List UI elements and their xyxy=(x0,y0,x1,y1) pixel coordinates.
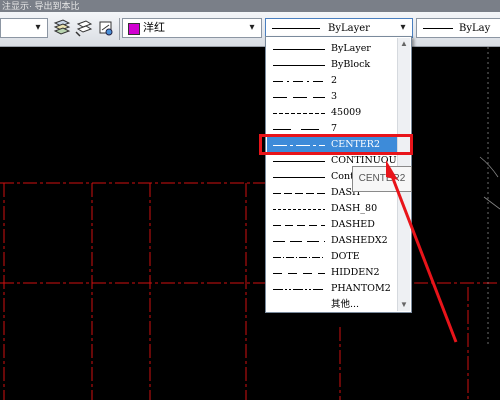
linetype-item[interactable]: 45009 xyxy=(267,105,398,121)
linetype-preview xyxy=(273,257,325,258)
linetype-preview xyxy=(273,81,325,82)
linetype-name: HIDDEN2 xyxy=(331,267,380,278)
linetype-name: PHANTOM2 xyxy=(331,283,391,294)
tooltip-text: CENTER2 xyxy=(358,173,406,184)
linetype-name: 45009 xyxy=(331,107,362,118)
linetype-preview xyxy=(273,193,325,194)
linetype-item[interactable]: HIDDEN2 xyxy=(267,265,398,281)
lineweight-combo[interactable]: ByLay xyxy=(416,18,500,38)
properties-toolbar: ▾ 洋红 ▾ ByLayer ▾ ByLay xyxy=(0,12,500,47)
linetype-item[interactable]: ByLayer xyxy=(267,41,398,57)
color-label: 洋红 xyxy=(143,22,165,34)
scroll-up-icon[interactable]: ▲ xyxy=(398,38,410,50)
linetype-item[interactable]: PHANTOM2 xyxy=(267,281,398,297)
linetype-name: 3 xyxy=(331,91,338,102)
linetype-name: DASHEDX2 xyxy=(331,235,388,246)
linetype-item[interactable]: 3 xyxy=(267,89,398,105)
layer-match-icon[interactable] xyxy=(74,18,94,38)
linetype-preview xyxy=(273,209,325,210)
linetype-item[interactable]: DASHEDX2 xyxy=(267,233,398,249)
chevron-down-icon[interactable]: ▾ xyxy=(245,21,259,35)
linetype-item[interactable]: DASH_80 xyxy=(267,201,398,217)
drawing-geometry xyxy=(0,47,500,400)
linetype-item[interactable]: 其他... xyxy=(267,297,398,313)
linetype-preview xyxy=(272,28,320,29)
linetype-item[interactable]: ByBlock xyxy=(267,57,398,73)
linetype-item[interactable]: 2 xyxy=(267,73,398,89)
toolbar-separator xyxy=(119,18,120,40)
linetype-preview xyxy=(273,225,325,226)
title-strip: 注显示· 导出到本比 xyxy=(0,0,500,12)
linetype-preview xyxy=(273,273,325,274)
linetype-name: ByBlock xyxy=(331,59,371,70)
linetype-name: DOTE xyxy=(331,251,360,262)
color-combo[interactable]: 洋红 ▾ xyxy=(122,18,262,38)
linetype-preview xyxy=(273,129,325,130)
linetype-preview xyxy=(273,177,325,178)
title-strip-text: 注显示· 导出到本比 xyxy=(2,1,80,11)
layer-previous-icon[interactable] xyxy=(96,18,116,38)
chevron-down-icon[interactable]: ▾ xyxy=(31,21,45,35)
make-current-layer-icon[interactable] xyxy=(52,18,72,38)
linetype-name: 2 xyxy=(331,75,338,86)
linetype-preview xyxy=(273,113,325,114)
linetype-name: Cont xyxy=(331,171,354,182)
layer-combo[interactable]: ▾ xyxy=(0,18,48,38)
linetype-preview xyxy=(273,289,325,290)
drawing-canvas[interactable] xyxy=(0,47,500,400)
linetype-preview xyxy=(273,49,325,50)
linetype-item[interactable]: DASHED xyxy=(267,217,398,233)
linetype-name: DASHED xyxy=(331,219,375,230)
linetype-preview xyxy=(273,97,325,98)
linetype-preview xyxy=(273,65,325,66)
linetype-combo[interactable]: ByLayer ▾ xyxy=(265,18,413,38)
linetype-value: ByLayer xyxy=(328,23,370,34)
color-swatch xyxy=(128,23,140,35)
scroll-down-icon[interactable]: ▼ xyxy=(398,299,410,311)
linetype-name: DASH_80 xyxy=(331,203,378,214)
tooltip: CENTER2 xyxy=(352,166,412,192)
lineweight-value: ByLay xyxy=(459,23,491,34)
lineweight-preview xyxy=(423,28,453,29)
linetype-name: ByLayer xyxy=(331,43,371,54)
linetype-item[interactable]: DOTE xyxy=(267,249,398,265)
linetype-preview xyxy=(273,241,325,242)
linetype-name: 其他... xyxy=(331,299,360,310)
highlight-box xyxy=(259,134,413,155)
chevron-down-icon[interactable]: ▾ xyxy=(396,21,410,35)
linetype-preview xyxy=(273,161,325,162)
